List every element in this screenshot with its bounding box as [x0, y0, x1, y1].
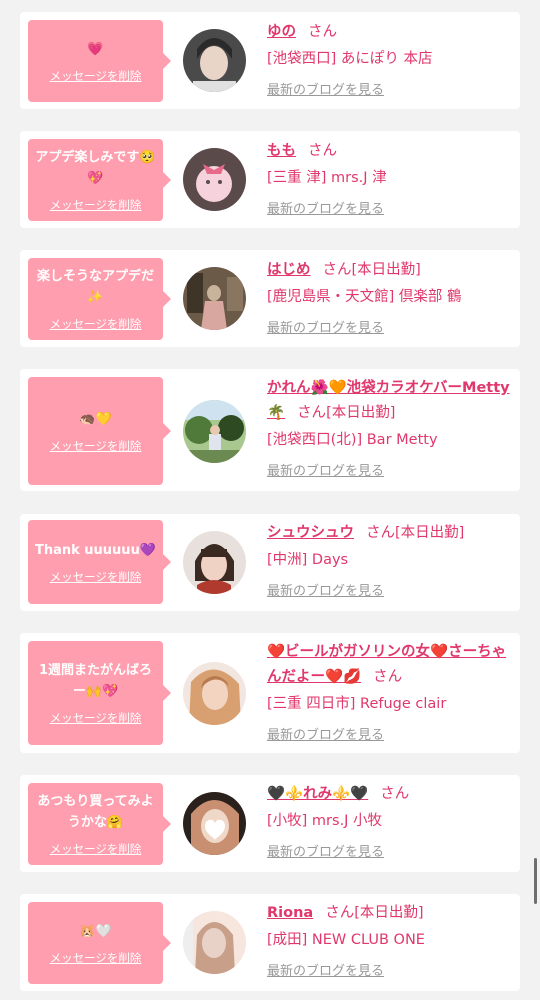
avatar[interactable]: [183, 400, 246, 463]
status-label: [本日出勤]: [354, 905, 424, 921]
avatar[interactable]: [183, 531, 246, 594]
message-text: あつもり買ってみようかな🤗: [37, 794, 154, 830]
host-name-link[interactable]: Riona: [267, 905, 313, 921]
shop-name: [鹿児島県・天文館] 倶楽部 鶴: [267, 289, 462, 305]
status-label: [本日出勤]: [326, 405, 396, 421]
message-text: 🐹🤍: [79, 923, 112, 939]
message-bubble: あつもり買ってみようかな🤗 メッセージを削除: [28, 783, 171, 865]
name-row: シュウシュウ さん[本日出勤]: [267, 521, 512, 546]
name-row: ❤️ビールがガソリンの女❤️さーちゃんだよー❤️💋 さん: [267, 640, 512, 690]
message-text: 💗: [87, 41, 104, 57]
message-text: アプデ楽しみです🥺💖: [35, 150, 156, 186]
name-row: かれん🌺🧡池袋カラオケバーMetty🌴 さん[本日出勤]: [267, 376, 512, 426]
delete-message-link[interactable]: メッセージを削除: [50, 841, 142, 857]
message-text: 楽しそうなアプデだ✨: [36, 269, 154, 305]
avatar[interactable]: [183, 29, 246, 92]
list-item: Thank uuuuuu💜 メッセージを削除 シュウシュウ さん[本日出勤] [中…: [20, 514, 520, 611]
message-bubble: 1週間またがんばろー🙌💖 メッセージを削除: [28, 641, 171, 745]
host-name-link[interactable]: はじめ: [267, 262, 311, 278]
delete-message-link[interactable]: メッセージを削除: [50, 197, 142, 213]
list-item: あつもり買ってみようかな🤗 メッセージを削除 🖤⚜️れみ⚜️🖤 さん [小牧] m…: [20, 775, 520, 872]
avatar[interactable]: [183, 148, 246, 211]
message-text: 🦔💛: [79, 411, 112, 427]
shop-name: [三重 四日市] Refuge clair: [267, 696, 447, 712]
message-bubble: Thank uuuuuu💜 メッセージを削除: [28, 520, 171, 604]
shop-name: [池袋西口] あにぽり 本店: [267, 51, 433, 67]
shop-name: [中洲] Days: [267, 552, 349, 568]
host-name-link[interactable]: もも: [267, 143, 296, 159]
message-bubble: 💗 メッセージを削除: [28, 20, 171, 102]
latest-blog-link[interactable]: 最新のブログを見る: [267, 79, 384, 98]
status-label: [本日出勤]: [351, 262, 421, 278]
host-name-link[interactable]: 🖤⚜️れみ⚜️🖤: [267, 786, 368, 802]
latest-blog-link[interactable]: 最新のブログを見る: [267, 841, 384, 860]
honorific: さん: [380, 786, 410, 802]
avatar[interactable]: [183, 911, 246, 974]
latest-blog-link[interactable]: 最新のブログを見る: [267, 460, 384, 479]
list-item: 🐹🤍 メッセージを削除 Riona さん[本日出勤] [成田] NEW CLUB …: [20, 894, 520, 991]
latest-blog-link[interactable]: 最新のブログを見る: [267, 580, 384, 599]
avatar[interactable]: [183, 662, 246, 725]
name-row: Riona さん[本日出勤]: [267, 901, 512, 926]
honorific: さん: [325, 905, 355, 921]
delete-message-link[interactable]: メッセージを削除: [50, 569, 142, 585]
scrollbar[interactable]: [534, 858, 537, 904]
status-label: [本日出勤]: [395, 525, 465, 541]
honorific: さん: [308, 24, 337, 40]
list-item: 🦔💛 メッセージを削除 かれん🌺🧡池袋カラオケバーMetty🌴 さん[本日出勤] …: [20, 369, 520, 491]
avatar[interactable]: [183, 792, 246, 855]
host-info: ゆの さん [池袋西口] あにぽり 本店 最新のブログを見る: [267, 20, 512, 98]
shop-name: [池袋西口(北)] Bar Metty: [267, 432, 438, 448]
latest-blog-link[interactable]: 最新のブログを見る: [267, 960, 384, 979]
name-row: もも さん: [267, 139, 512, 164]
host-name-link[interactable]: ゆの: [267, 24, 296, 40]
list-item: 💗 メッセージを削除 ゆの さん [池袋西口] あにぽり 本店 最新のブログを見る: [20, 12, 520, 109]
delete-message-link[interactable]: メッセージを削除: [50, 68, 142, 84]
delete-message-link[interactable]: メッセージを削除: [50, 710, 142, 726]
message-bubble: アプデ楽しみです🥺💖 メッセージを削除: [28, 139, 171, 221]
message-bubble: 楽しそうなアプデだ✨ メッセージを削除: [28, 258, 171, 340]
honorific: さん: [373, 669, 403, 685]
message-text: 1週間またがんばろー🙌💖: [38, 663, 153, 699]
delete-message-link[interactable]: メッセージを削除: [50, 316, 142, 332]
avatar[interactable]: [183, 267, 246, 330]
list-item: 1週間またがんばろー🙌💖 メッセージを削除 ❤️ビールがガソリンの女❤️さーちゃ…: [20, 633, 520, 753]
host-name-link[interactable]: シュウシュウ: [267, 525, 354, 541]
delete-message-link[interactable]: メッセージを削除: [50, 950, 142, 966]
list-item: 楽しそうなアプデだ✨ メッセージを削除 はじめ さん[本日出勤] [鹿児島県・天文…: [20, 250, 520, 347]
honorific: さん: [297, 405, 327, 421]
honorific: さん: [366, 525, 395, 541]
name-row: はじめ さん[本日出勤]: [267, 258, 512, 283]
host-info: ❤️ビールがガソリンの女❤️さーちゃんだよー❤️💋 さん [三重 四日市] Ref…: [267, 640, 512, 743]
shop-name: [小牧] mrs.J 小牧: [267, 813, 383, 829]
host-info: シュウシュウ さん[本日出勤] [中洲] Days 最新のブログを見る: [267, 521, 512, 599]
host-info: 🖤⚜️れみ⚜️🖤 さん [小牧] mrs.J 小牧 最新のブログを見る: [267, 782, 512, 860]
name-row: 🖤⚜️れみ⚜️🖤 さん: [267, 782, 512, 807]
shop-name: [三重 津] mrs.J 津: [267, 170, 387, 186]
list-item: アプデ楽しみです🥺💖 メッセージを削除 もも さん [三重 津] mrs.J 津 …: [20, 131, 520, 228]
delete-message-link[interactable]: メッセージを削除: [50, 438, 142, 454]
name-row: ゆの さん: [267, 20, 512, 45]
honorific: さん: [308, 143, 337, 159]
latest-blog-link[interactable]: 最新のブログを見る: [267, 724, 384, 743]
shop-name: [成田] NEW CLUB ONE: [267, 932, 425, 948]
latest-blog-link[interactable]: 最新のブログを見る: [267, 198, 384, 217]
host-info: はじめ さん[本日出勤] [鹿児島県・天文館] 倶楽部 鶴 最新のブログを見る: [267, 258, 512, 336]
host-info: かれん🌺🧡池袋カラオケバーMetty🌴 さん[本日出勤] [池袋西口(北)] Ba…: [267, 376, 512, 479]
host-info: もも さん [三重 津] mrs.J 津 最新のブログを見る: [267, 139, 512, 217]
honorific: さん: [322, 262, 352, 278]
host-info: Riona さん[本日出勤] [成田] NEW CLUB ONE 最新のブログを見…: [267, 901, 512, 979]
message-bubble: 🦔💛 メッセージを削除: [28, 377, 171, 485]
message-text: Thank uuuuuu💜: [34, 542, 157, 558]
message-bubble: 🐹🤍 メッセージを削除: [28, 902, 171, 984]
latest-blog-link[interactable]: 最新のブログを見る: [267, 317, 384, 336]
